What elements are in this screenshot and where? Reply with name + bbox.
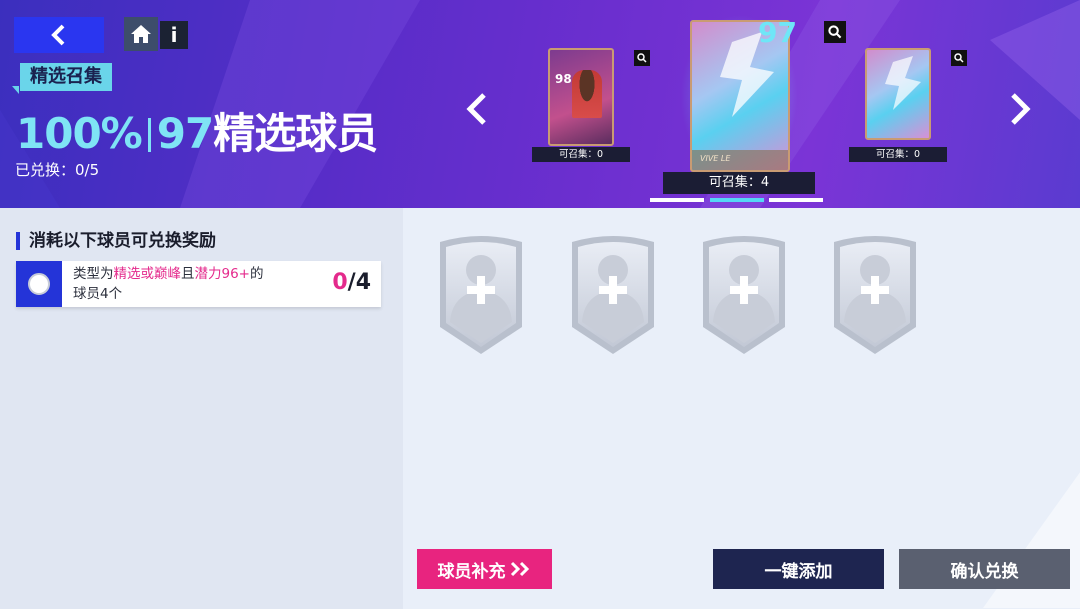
headline-rating: 97 xyxy=(156,109,214,158)
double-chevron-right-icon xyxy=(510,561,529,577)
home-icon xyxy=(131,25,151,43)
req-text-suffix: 的 xyxy=(250,266,264,282)
empty-player-slot[interactable] xyxy=(434,232,528,357)
empty-slot-shield-icon xyxy=(440,236,522,354)
empty-slot-shield-icon xyxy=(703,236,785,354)
count-bar-right: 可召集：0 xyxy=(849,147,947,162)
chevron-left-icon xyxy=(51,24,65,46)
confirm-exchange-button[interactable]: 确认兑换 xyxy=(899,549,1070,589)
redeemed-status: 已兑换：0/5 xyxy=(15,159,99,180)
empty-player-slot[interactable] xyxy=(697,232,791,357)
pack-pattern-icon xyxy=(885,56,921,110)
back-button[interactable] xyxy=(14,17,104,53)
event-tag: 精选召集 xyxy=(20,63,112,91)
redeemed-value: 0/5 xyxy=(75,161,100,179)
card-rating: 98 xyxy=(555,72,572,86)
supplement-label: 球员补充 xyxy=(437,561,506,582)
req-highlight-type: 精选或巅峰 xyxy=(113,266,182,282)
page-dot-2[interactable] xyxy=(710,198,764,202)
pack-card-center[interactable]: VIVE LE 97 可召集：4 xyxy=(662,14,816,196)
headline-divider xyxy=(147,118,151,152)
player-card-image: 98 xyxy=(548,48,614,146)
page-title: 100% 97精选球员 xyxy=(16,100,378,161)
headline-text: 精选球员 xyxy=(213,109,378,158)
info-button[interactable]: i xyxy=(160,21,188,49)
search-icon xyxy=(637,53,647,63)
tag-corner xyxy=(12,86,19,94)
pack-card-left[interactable]: 98 可召集：0 xyxy=(532,48,650,164)
count-label: 可召集： xyxy=(708,175,761,190)
progress-current: 0 xyxy=(332,270,348,295)
requirement-text: 类型为精选或巅峰且潜力96+的 球员4个 xyxy=(73,264,293,304)
search-icon xyxy=(828,25,842,39)
count-bar-left: 可召集：0 xyxy=(532,147,630,162)
requirement-item: 类型为精选或巅峰且潜力96+的 球员4个 0/4 xyxy=(16,261,381,307)
count-value: 0 xyxy=(913,149,921,160)
requirement-checkbox xyxy=(16,261,62,307)
requirement-progress: 0/4 xyxy=(332,270,371,295)
count-label: 可召集： xyxy=(875,149,914,160)
progress-total: /4 xyxy=(347,270,371,295)
carousel-prev-arrow[interactable] xyxy=(462,92,492,126)
player-slots-panel: 球员补充 一键添加 确认兑换 xyxy=(403,208,1080,609)
search-icon xyxy=(954,53,964,63)
count-label: 可召集： xyxy=(558,149,597,160)
count-value: 4 xyxy=(760,175,770,190)
section-title: 消耗以下球员可兑换奖励 xyxy=(16,232,216,250)
zoom-button-right[interactable] xyxy=(951,50,967,66)
headline-percent: 100% xyxy=(16,109,143,158)
pack-brand-text: VIVE LE xyxy=(700,154,731,163)
player-portrait xyxy=(572,70,602,118)
req-text-line2: 球员4个 xyxy=(73,286,123,302)
zoom-button-center[interactable] xyxy=(824,21,846,43)
home-button[interactable] xyxy=(124,17,158,51)
circle-unchecked-icon xyxy=(28,273,50,295)
count-value: 0 xyxy=(596,149,604,160)
page-dot-1[interactable] xyxy=(650,198,704,202)
carousel-next-arrow[interactable] xyxy=(1005,92,1035,126)
add-all-button[interactable]: 一键添加 xyxy=(713,549,884,589)
info-icon: i xyxy=(170,23,178,47)
count-bar-center: 可召集：4 xyxy=(663,172,815,194)
empty-player-slot[interactable] xyxy=(828,232,922,357)
card-rating: 97 xyxy=(758,16,797,49)
req-text-prefix: 类型为 xyxy=(73,266,114,282)
req-text-mid: 且 xyxy=(181,266,195,282)
redeemed-label: 已兑换： xyxy=(15,161,76,179)
req-highlight-potential: 潜力96+ xyxy=(194,266,251,282)
empty-slot-shield-icon xyxy=(834,236,916,354)
page-dot-3[interactable] xyxy=(769,198,823,202)
pack-card-right[interactable]: 可召集：0 xyxy=(849,48,967,164)
supplement-button[interactable]: 球员补充 xyxy=(417,549,552,589)
zoom-button-left[interactable] xyxy=(634,50,650,66)
pack-card-image xyxy=(865,48,931,140)
empty-slot-shield-icon xyxy=(572,236,654,354)
requirements-panel: 消耗以下球员可兑换奖励 类型为精选或巅峰且潜力96+的 球员4个 0/4 xyxy=(0,208,403,609)
header-banner: i 精选召集 100% 97精选球员 已兑换：0/5 98 可召集：0 VIVE… xyxy=(0,0,1080,208)
empty-player-slot[interactable] xyxy=(566,232,660,357)
